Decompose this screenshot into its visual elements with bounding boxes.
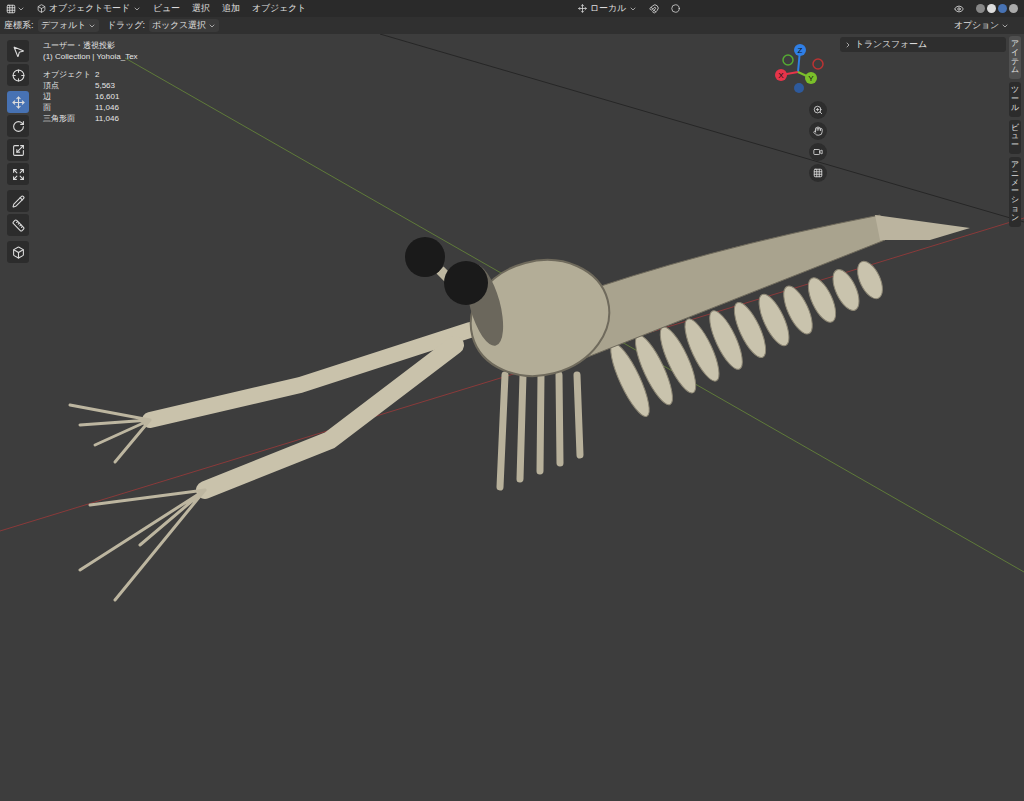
tool-button[interactable]	[7, 163, 29, 185]
editor-icon	[6, 4, 16, 14]
view-name: ユーザー・透視投影	[43, 40, 138, 51]
snap-icon[interactable]	[649, 4, 659, 14]
viewport-info: ユーザー・透視投影(1) Collection | Yohoia_Tex オブジェ…	[43, 40, 138, 124]
tool-button[interactable]	[7, 115, 29, 137]
shading-buttons[interactable]	[976, 4, 1018, 13]
sidebar-tab[interactable]: アニメーション	[1009, 157, 1021, 227]
sidebar-tab[interactable]: ビュー	[1009, 120, 1021, 154]
nav-button[interactable]	[809, 122, 827, 140]
orientation-dropdown[interactable]: ローカル	[578, 2, 637, 16]
tool-button[interactable]	[7, 190, 29, 212]
viewport[interactable]: Z X Y ユーザー・透視投影(1) Collection | Yohoia_Tex オ…	[0, 34, 1024, 801]
mode-icon	[37, 4, 46, 13]
options-dropdown[interactable]: オプション	[951, 19, 1012, 33]
visibility-icon[interactable]	[954, 4, 964, 14]
sidebar-tab[interactable]: アイテム	[1009, 36, 1021, 79]
collapse-icon	[844, 41, 852, 49]
stat-row: オブジェクト2	[43, 69, 138, 80]
nav-button[interactable]	[809, 101, 827, 119]
sidebar-tabs: アイテムツールビューアニメーション	[1009, 36, 1021, 227]
transform-panel-header[interactable]: トランスフォーム	[840, 37, 1006, 52]
drag-label: ドラッグ:	[107, 19, 146, 33]
proportional-icon[interactable]	[671, 4, 680, 13]
scene-canvas[interactable]: Z X Y	[0, 34, 1024, 801]
svg-text:Y: Y	[808, 74, 814, 83]
gizmo-axis[interactable]: X	[775, 69, 798, 81]
stat-row: 頂点5,563	[43, 80, 138, 91]
gizmo-axis[interactable]: Z	[794, 44, 806, 72]
drag-dropdown[interactable]: ボックス選択	[149, 19, 219, 33]
menu-item[interactable]: オブジェクト	[252, 2, 306, 16]
nav-button[interactable]	[809, 164, 827, 182]
stat-row: 辺16,601	[43, 91, 138, 102]
tool-button[interactable]	[7, 40, 29, 62]
collection-name: (1) Collection | Yohoia_Tex	[43, 51, 138, 62]
tool-button[interactable]	[7, 214, 29, 236]
toolbar	[7, 40, 29, 263]
svg-text:Z: Z	[798, 46, 803, 55]
coord-label: 座標系:	[4, 19, 34, 33]
editor-type-button[interactable]	[6, 4, 25, 14]
orientation-icon	[578, 4, 587, 13]
stat-row: 面11,046	[43, 102, 138, 113]
sidebar-tab[interactable]: ツール	[1009, 82, 1021, 116]
tool-button[interactable]	[7, 139, 29, 161]
stats: オブジェクト2頂点5,563辺16,601面11,046三角形面11,046	[43, 69, 138, 124]
mode-dropdown[interactable]: オブジェクトモード	[37, 2, 141, 16]
tool-button[interactable]	[7, 91, 29, 113]
yohoia-model[interactable]	[0, 34, 1024, 600]
menu-item[interactable]: 追加	[222, 2, 240, 16]
stat-row: 三角形面11,046	[43, 113, 138, 124]
svg-text:X: X	[778, 71, 784, 80]
menu-item[interactable]: ビュー	[153, 2, 180, 16]
gizmo-axis[interactable]: Y	[798, 72, 817, 84]
tool-settings-bar: 座標系: デフォルトドラッグ:ボックス選択 オプション	[0, 17, 1024, 34]
menu-item[interactable]: 選択	[192, 2, 210, 16]
tool-button[interactable]	[7, 241, 29, 263]
coord-dropdown[interactable]: デフォルト	[38, 19, 99, 33]
navigation-buttons	[809, 101, 827, 182]
blender-window: オブジェクトモードビュー選択追加オブジェクトローカル座標系:デフォルトドラッグ:…	[0, 0, 1024, 801]
header-bar: オブジェクトモードビュー選択追加オブジェクト ローカル	[0, 0, 1024, 17]
nav-button[interactable]	[809, 143, 827, 161]
tool-button[interactable]	[7, 64, 29, 86]
